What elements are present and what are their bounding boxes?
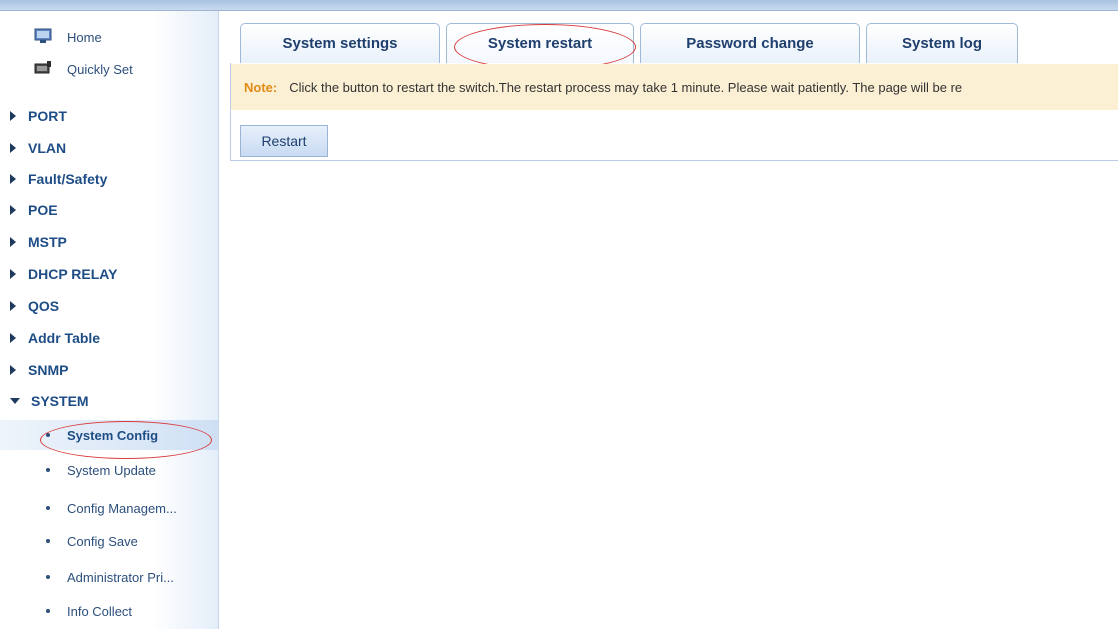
expand-arrow-icon	[10, 205, 16, 215]
tab-label: Password change	[686, 35, 814, 52]
collapse-arrow-icon	[10, 398, 20, 404]
sidebar-group-label: QOS	[28, 298, 60, 314]
sidebar-group-addr-table[interactable]: Addr Table	[0, 322, 218, 354]
sidebar-group-label: PORT	[28, 108, 67, 124]
sidebar-item-label: Home	[67, 29, 102, 45]
sidebar-group-port[interactable]: PORT	[0, 100, 218, 132]
sidebar-group-poe[interactable]: POE	[0, 194, 218, 226]
expand-arrow-icon	[10, 269, 16, 279]
sidebar-group-mstp[interactable]: MSTP	[0, 226, 218, 258]
expand-arrow-icon	[10, 237, 16, 247]
tab-system-settings[interactable]: System settings	[240, 23, 440, 63]
sidebar-item-label: Quickly Set	[67, 61, 133, 77]
tab-label: System log	[901, 35, 983, 52]
sidebar-group-vlan[interactable]: VLAN	[0, 132, 218, 164]
sidebar-item-config-save[interactable]: Config Save	[0, 525, 218, 557]
tab-label: System settings	[282, 35, 398, 52]
sidebar-item-label: System Config	[67, 427, 159, 443]
bullet-icon	[46, 609, 50, 613]
sidebar-item-label: Config Managem...	[67, 500, 177, 516]
sidebar-group-label: Fault/Safety	[28, 171, 108, 187]
note-banner: Note: Click the button to restart the sw…	[231, 64, 1118, 110]
sidebar-group-label: VLAN	[28, 140, 67, 156]
sidebar-item-label: Info Collect	[67, 603, 133, 619]
sidebar-group-dhcp-relay[interactable]: DHCP RELAY	[0, 258, 218, 290]
bullet-icon	[46, 506, 50, 510]
tab-system-restart[interactable]: System restart	[446, 23, 634, 63]
expand-arrow-icon	[10, 365, 16, 375]
sidebar-item-system-update[interactable]: System Update	[0, 454, 218, 486]
expand-arrow-icon	[10, 301, 16, 311]
sidebar-group-label: Addr Table	[28, 330, 101, 346]
bullet-icon	[46, 575, 50, 579]
sidebar-nav: Home Quickly Set PORT VLAN Fault/Safety …	[0, 11, 219, 629]
sidebar-group-qos[interactable]: QOS	[0, 290, 218, 322]
tab-label: System restart	[487, 35, 593, 52]
sidebar-group-label: POE	[28, 202, 58, 218]
sidebar-item-config-management[interactable]: Config Managem...	[0, 492, 218, 524]
sidebar-group-fault-safety[interactable]: Fault/Safety	[0, 163, 218, 195]
note-text: Click the button to restart the switch.T…	[289, 79, 963, 95]
sidebar-item-label: System Update	[67, 462, 156, 478]
sidebar-group-label: SNMP	[28, 362, 69, 378]
top-header-bar	[0, 0, 1118, 11]
sidebar-item-home[interactable]: Home	[0, 21, 218, 53]
sidebar-item-label: Administrator Pri...	[67, 569, 174, 585]
tab-password-change[interactable]: Password change	[640, 23, 860, 63]
note-label: Note:	[244, 79, 278, 95]
sidebar-group-label: SYSTEM	[31, 393, 89, 409]
sidebar-item-system-config[interactable]: System Config	[0, 420, 218, 450]
sidebar-item-administrator-privileges[interactable]: Administrator Pri...	[0, 561, 218, 593]
bullet-icon	[46, 433, 50, 437]
quick-set-icon	[34, 61, 51, 74]
bullet-icon	[46, 539, 50, 543]
tab-system-log[interactable]: System log	[866, 23, 1018, 63]
home-icon	[34, 28, 52, 43]
sidebar-item-info-collect[interactable]: Info Collect	[0, 595, 218, 627]
sidebar-group-snmp[interactable]: SNMP	[0, 354, 218, 386]
sidebar-group-label: DHCP RELAY	[28, 266, 118, 282]
sidebar-group-label: MSTP	[28, 234, 67, 250]
restart-button[interactable]: Restart	[240, 125, 328, 157]
expand-arrow-icon	[10, 174, 16, 184]
bullet-icon	[46, 468, 50, 472]
expand-arrow-icon	[10, 143, 16, 153]
expand-arrow-icon	[10, 111, 16, 121]
tab-bar: System settings System restart Password …	[230, 23, 1118, 63]
sidebar-item-quickly-set[interactable]: Quickly Set	[0, 53, 218, 85]
sidebar-group-system[interactable]: SYSTEM	[0, 385, 218, 417]
sidebar-item-label: Config Save	[67, 533, 138, 549]
expand-arrow-icon	[10, 333, 16, 343]
